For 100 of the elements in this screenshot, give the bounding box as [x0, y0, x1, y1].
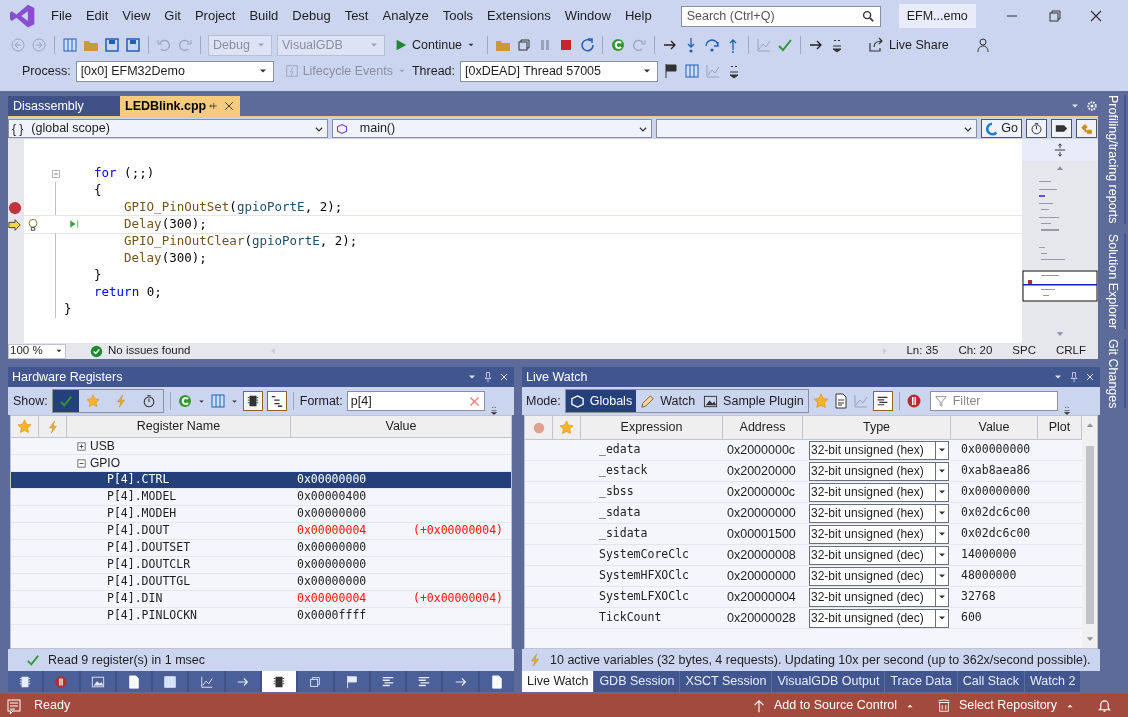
refresh-icon[interactable] — [176, 393, 193, 409]
register-group[interactable]: USB — [90, 437, 115, 455]
notification-icon[interactable] — [1097, 698, 1112, 713]
register-row[interactable]: P[4].DOUT 0x00000004 (+0x00000004) — [11, 523, 511, 540]
column-header[interactable]: Value — [951, 416, 1038, 439]
save-all-icon[interactable] — [125, 37, 141, 53]
tree-view-button[interactable] — [266, 391, 287, 411]
column-header[interactable]: Register Name — [67, 416, 291, 437]
register-row[interactable]: P[4].CTRL 0x00000000 — [11, 472, 511, 489]
menu-item[interactable]: Test — [337, 6, 376, 26]
pin-icon[interactable] — [207, 100, 219, 112]
save-icon[interactable] — [104, 37, 120, 53]
menu-item[interactable]: Edit — [78, 6, 116, 26]
type-dropdown[interactable]: 32-bit unsigned (hex) — [809, 440, 949, 460]
function-dropdown[interactable]: main() — [331, 119, 652, 138]
mode-tab[interactable]: Sample Plugin — [699, 390, 808, 412]
overflow-icon[interactable] — [488, 405, 499, 415]
format-field[interactable]: p[4] — [346, 391, 485, 411]
mode-tab[interactable]: Watch — [636, 390, 700, 412]
tag-button[interactable] — [1051, 119, 1072, 138]
tool-window-tab[interactable] — [80, 671, 115, 692]
register-row[interactable]: P[4].DOUTCLR 0x00000000 — [11, 557, 511, 574]
menu-item[interactable]: Git — [157, 6, 188, 26]
step-over-icon[interactable] — [704, 37, 721, 53]
tool-window-tab[interactable] — [334, 671, 369, 692]
menu-item[interactable]: Extensions — [480, 6, 558, 26]
add-to-source-control-button[interactable]: Add to Source Control — [752, 696, 916, 715]
window-icon[interactable] — [516, 37, 533, 53]
register-row[interactable]: P[4].MODEL 0x00000400 — [11, 489, 511, 506]
expand-icon[interactable] — [75, 439, 88, 453]
type-dropdown[interactable]: 32-bit unsigned (dec) — [809, 608, 949, 628]
type-dropdown[interactable]: 32-bit unsigned (hex) — [809, 461, 949, 481]
spell-check-icon[interactable] — [777, 37, 794, 53]
align-button[interactable] — [872, 391, 893, 411]
mode-tab[interactable]: Globals — [565, 390, 637, 412]
panel-tab[interactable]: Live Watch — [522, 671, 594, 692]
tool-window-tab[interactable] — [407, 671, 442, 692]
menu-item[interactable]: Help — [617, 6, 659, 26]
type-dropdown[interactable]: 32-bit unsigned (dec) — [809, 566, 949, 586]
register-row[interactable]: P[4].MODEH 0x00000000 — [11, 506, 511, 523]
go-button[interactable]: Go — [981, 119, 1023, 138]
menu-item[interactable]: Analyze — [375, 6, 436, 26]
tool-window-tab[interactable] — [116, 671, 152, 692]
feedback-icon[interactable] — [975, 37, 992, 53]
select-repository-button[interactable]: Select Repository — [937, 696, 1075, 715]
menu-item[interactable]: Window — [557, 6, 618, 26]
column-header[interactable]: Expression — [581, 416, 723, 439]
run-to-click-icon[interactable] — [68, 218, 80, 230]
process-dropdown[interactable]: [0x0] EFM32Demo — [75, 60, 274, 82]
panel-tab[interactable]: XSCT Session — [680, 671, 772, 692]
tool-window-tab[interactable] — [153, 671, 188, 692]
pin-icon[interactable] — [1068, 371, 1080, 383]
continue-button[interactable]: Continue — [390, 34, 481, 56]
editor-tab[interactable]: Disassembly — [8, 96, 120, 116]
menu-item[interactable]: Tools — [435, 6, 481, 26]
side-tab[interactable]: Profiling/tracing reports — [1101, 95, 1127, 224]
filter-field[interactable]: Filter — [929, 391, 1058, 411]
scrollbar-thumb[interactable] — [1085, 446, 1094, 624]
register-row[interactable]: P[4].DIN 0x00000004 (+0x00000004) — [11, 591, 511, 608]
flag-icon[interactable] — [663, 63, 680, 79]
column-header[interactable]: Address — [723, 416, 803, 439]
filter-input[interactable]: Filter — [952, 391, 1054, 411]
pause-recording-icon[interactable] — [905, 393, 922, 409]
register-row[interactable]: P[4].DOUTTGL 0x00000000 — [11, 574, 511, 591]
document-icon[interactable] — [832, 393, 849, 409]
panel-tab[interactable]: Trace Data — [885, 671, 957, 692]
thread-dropdown[interactable]: [0xDEAD] Thread 57005 — [460, 60, 659, 82]
scope-dropdown[interactable]: { } (global scope) — [8, 119, 328, 138]
side-tab[interactable]: Git Changes — [1101, 338, 1127, 409]
pin-icon[interactable] — [482, 371, 494, 383]
type-dropdown[interactable]: 32-bit unsigned (hex) — [809, 503, 949, 523]
type-dropdown[interactable]: 32-bit unsigned (hex) — [809, 524, 949, 544]
settings-icon[interactable] — [1086, 100, 1098, 112]
tool-window-tab[interactable] — [370, 671, 406, 692]
tool-window-tab[interactable] — [479, 671, 514, 692]
type-dropdown[interactable]: 32-bit unsigned (dec) — [809, 587, 949, 607]
type-dropdown[interactable]: 32-bit unsigned (dec) — [809, 545, 949, 565]
restart-icon[interactable] — [579, 37, 596, 53]
menu-item[interactable]: Debug — [285, 6, 338, 26]
register-group[interactable]: GPIO — [90, 454, 120, 472]
show-all-toggle[interactable] — [52, 390, 79, 412]
live-share-button[interactable]: Live Share — [868, 34, 949, 56]
close-icon[interactable] — [1084, 371, 1096, 383]
restore-button[interactable] — [1046, 8, 1063, 24]
breakpoint-icon[interactable] — [8, 200, 22, 215]
overflow-icon[interactable] — [1061, 405, 1072, 415]
column-header[interactable]: Value — [291, 416, 511, 437]
refresh-icon[interactable] — [610, 37, 627, 53]
register-row[interactable]: P[4].PINLOCKN 0x0000ffff — [11, 608, 511, 625]
menu-item[interactable]: File — [44, 6, 79, 26]
columns-icon[interactable] — [209, 393, 226, 409]
register-row[interactable]: P[4].DOUTSET 0x00000000 — [11, 540, 511, 557]
panel-tab[interactable]: GDB Session — [594, 671, 680, 692]
star-icon[interactable] — [812, 393, 829, 409]
member-dropdown[interactable] — [655, 119, 978, 138]
side-tab[interactable]: Solution Explorer — [1101, 233, 1127, 329]
chip-view-button[interactable] — [242, 391, 263, 411]
panel-tab[interactable]: Call Stack — [957, 671, 1025, 692]
close-icon[interactable] — [498, 371, 510, 383]
menu-item[interactable]: Project — [187, 6, 243, 26]
